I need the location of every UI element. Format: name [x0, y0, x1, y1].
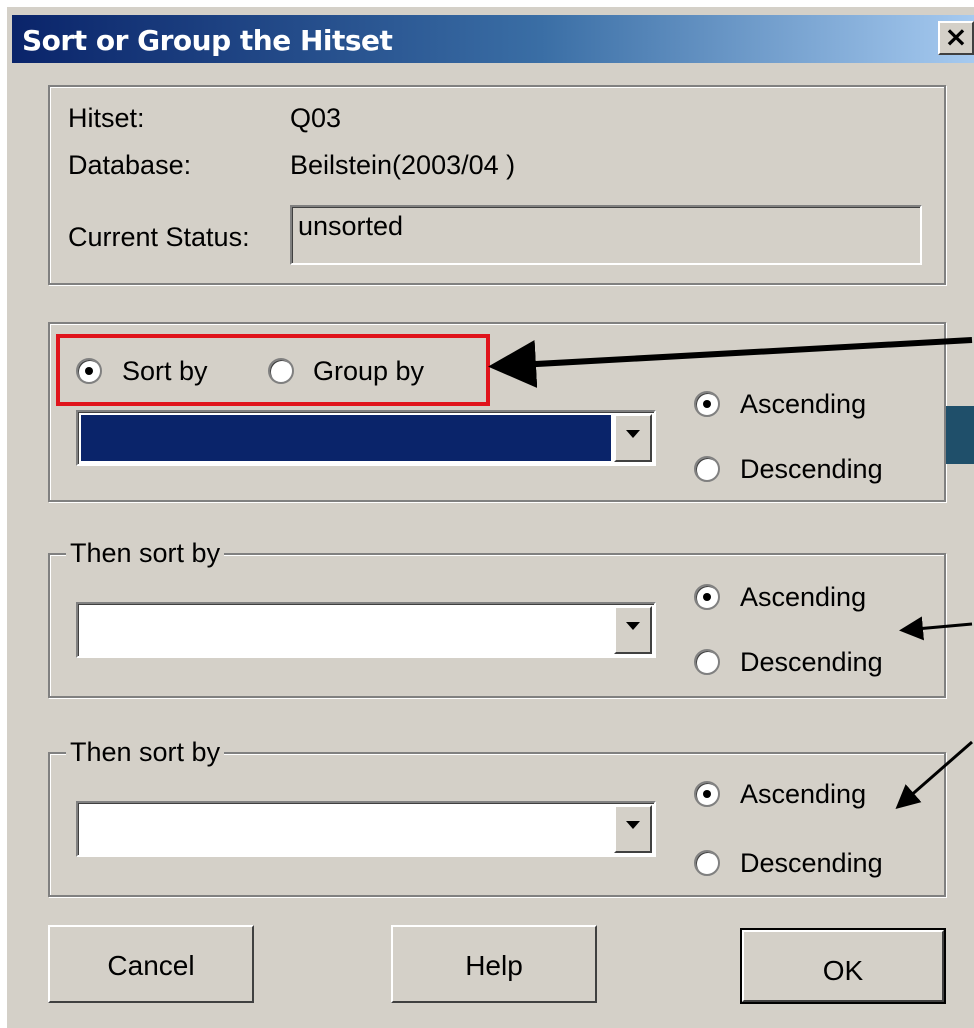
arrow-to-sort-group: [488, 337, 973, 388]
arrow-to-then-sort-1: [899, 616, 973, 641]
arrow-to-then-sort-2: [895, 740, 973, 809]
annotation-arrows: [488, 337, 973, 809]
